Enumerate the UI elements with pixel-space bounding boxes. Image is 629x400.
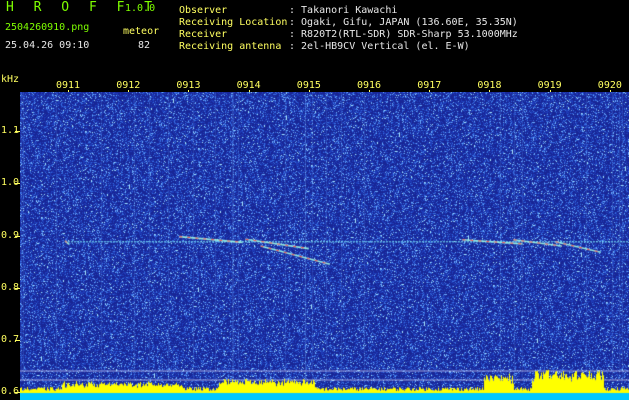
receiver-value: : R820T2(RTL-SDR) SDR-Sharp 53.1000MHz [289, 29, 518, 40]
receiver-label: Receiver [179, 29, 228, 40]
info-header: H R O F F T 1.0.0 2504260910.png meteor … [0, 0, 629, 72]
spectrogram-canvas [20, 92, 629, 400]
app-version: 1.0.0 [125, 3, 156, 14]
antenna-value: : 2el-HB9CV Vertical (el. E-W) [289, 41, 470, 52]
antenna-label: Receiving antenna [179, 41, 282, 52]
image-filename: 2504260910.png [5, 22, 90, 33]
frequency-unit: kHz [1, 74, 20, 85]
observer-value: : Takanori Kawachi [289, 5, 398, 16]
observer-label: Observer [179, 5, 228, 16]
location-value: : Ogaki, Gifu, JAPAN (136.60E, 35.35N) [289, 17, 518, 28]
meteor-count: 82 [138, 40, 151, 51]
capture-datetime: 25.04.26 09:10 [5, 40, 90, 51]
meteor-label: meteor [123, 26, 160, 37]
location-label: Receiving Location [179, 17, 288, 28]
